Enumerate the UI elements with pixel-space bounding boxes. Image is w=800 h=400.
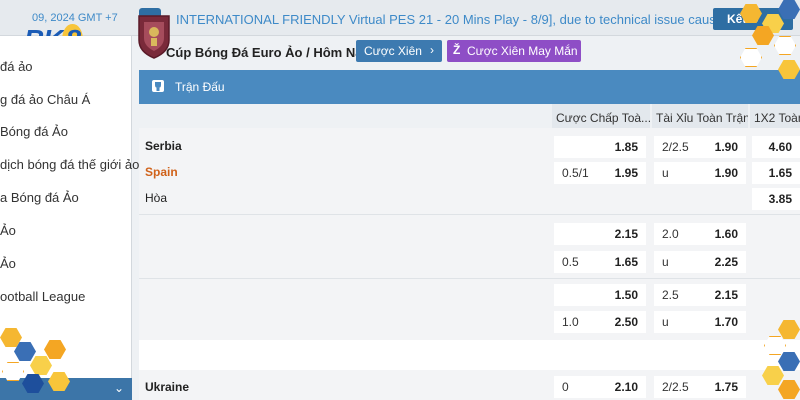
lightning-icon: Ž — [453, 43, 461, 57]
over-under-line: u — [662, 166, 669, 180]
handicap-odds-cell[interactable]: 0.5/1 1.95 — [554, 162, 646, 184]
over-under-odds-cell[interactable]: u 2.25 — [654, 251, 746, 273]
handicap-line: 0 — [562, 380, 569, 394]
1x2-odds: 1.65 — [768, 166, 792, 180]
sidebar-item[interactable]: ootball League — [0, 289, 85, 304]
1x2-odds-cell[interactable]: 3.85 — [752, 188, 800, 210]
handicap-line: 1.0 — [562, 315, 579, 329]
handicap-odds-cell[interactable]: 1.0 2.50 — [554, 311, 646, 333]
over-under-odds-cell[interactable]: u 1.70 — [654, 311, 746, 333]
row-divider — [139, 278, 800, 279]
1x2-odds: 3.85 — [768, 192, 792, 206]
row-divider — [139, 214, 800, 215]
over-under-line: u — [662, 255, 669, 269]
sidebar-item[interactable]: a Bóng đá Ảo — [0, 190, 79, 205]
chevron-right-icon: › — [430, 43, 434, 57]
handicap-odds: 2.50 — [614, 315, 638, 329]
top-bar: 09, 2024 GMT +7 INTERNATIONAL FRIENDLY V… — [0, 0, 800, 36]
over-under-line: 2.0 — [662, 227, 679, 241]
decorative-hexagon — [774, 36, 796, 55]
sidebar-item[interactable]: đá ảo — [0, 59, 33, 74]
over-under-odds: 1.60 — [714, 227, 738, 241]
parlay-label: Cược Xiên — [364, 44, 422, 58]
over-under-odds-cell[interactable]: u 1.90 — [654, 162, 746, 184]
chevron-down-icon: ⌄ — [113, 381, 124, 395]
over-under-line: 2/2.5 — [662, 140, 689, 154]
over-under-odds: 1.90 — [714, 166, 738, 180]
over-under-odds-cell[interactable]: 2.0 1.60 — [654, 223, 746, 245]
handicap-odds: 2.15 — [614, 227, 638, 241]
handicap-line: 0.5/1 — [562, 166, 589, 180]
over-under-odds: 2.25 — [714, 255, 738, 269]
league-title: Cúp Bóng Đá Euro Ảo / Hôm Nay — [166, 45, 370, 60]
over-under-odds: 1.75 — [714, 380, 738, 394]
sidebar-item[interactable]: dịch bóng đá thế giới ảo — [0, 157, 139, 172]
over-under-line: 2/2.5 — [662, 380, 689, 394]
home-team: Ukraine — [145, 380, 190, 394]
over-under-odds: 1.70 — [714, 315, 738, 329]
handicap-line: 0.5 — [562, 255, 579, 269]
parlay-button[interactable]: Cược Xiên › — [356, 40, 442, 62]
over-under-line: 2.5 — [662, 288, 679, 302]
handicap-odds-cell[interactable]: 2.15 — [554, 223, 646, 245]
panel-title: Trận Đấu — [175, 80, 225, 94]
decorative-hexagon — [740, 48, 762, 67]
home-team: Serbia — [145, 139, 182, 153]
datetime: 09, 2024 GMT +7 — [32, 12, 118, 24]
match-column-header — [139, 104, 552, 128]
over-under-odds-cell[interactable]: 2.5 2.15 — [654, 284, 746, 306]
1x2-column-header[interactable]: 1X2 Toàn — [750, 104, 800, 128]
lucky-parlay-button[interactable]: Ž Cược Xiên May Mắn — [447, 40, 581, 62]
over-under-odds: 1.90 — [714, 140, 738, 154]
handicap-odds: 1.85 — [614, 140, 638, 154]
away-team: Spain — [145, 165, 178, 179]
1x2-odds-cell[interactable]: 4.60 — [752, 136, 800, 158]
over-under-line: u — [662, 315, 669, 329]
sidebar-item[interactable]: Bóng đá Ảo — [0, 124, 68, 139]
match-separator — [139, 340, 800, 370]
draw-label: Hòa — [145, 191, 168, 205]
over-under-odds: 2.15 — [714, 288, 738, 302]
over-under-odds-cell[interactable]: 2/2.5 1.75 — [654, 376, 746, 398]
lucky-parlay-label: Cược Xiên May Mắn — [467, 44, 578, 58]
sidebar-item[interactable]: Ảo — [0, 223, 16, 238]
handicap-odds: 1.95 — [614, 166, 638, 180]
handicap-odds-cell[interactable]: 0 2.10 — [554, 376, 646, 398]
match-panel-header: Trận Đấu — [139, 70, 800, 104]
1x2-odds-cell[interactable]: 1.65 — [752, 162, 800, 184]
handicap-odds-cell[interactable]: 0.5 1.65 — [554, 251, 646, 273]
handicap-odds: 1.50 — [614, 288, 638, 302]
handicap-odds: 2.10 — [614, 380, 638, 394]
trophy-icon — [152, 80, 164, 92]
handicap-odds-cell[interactable]: 1.85 — [554, 136, 646, 158]
handicap-column-header[interactable]: Cược Chấp Toà... — [552, 104, 650, 128]
over-under-column-header[interactable]: Tài Xỉu Toàn Trận — [652, 104, 748, 128]
handicap-odds: 1.65 — [614, 255, 638, 269]
handicap-odds-cell[interactable]: 1.50 — [554, 284, 646, 306]
sidebar-item[interactable]: g đá ảo Châu Á — [0, 92, 90, 107]
over-under-odds-cell[interactable]: 2/2.5 1.90 — [654, 136, 746, 158]
sidebar-item[interactable]: Ảo — [0, 256, 16, 271]
1x2-odds: 4.60 — [768, 140, 792, 154]
announcement-ticker: INTERNATIONAL FRIENDLY Virtual PES 21 - … — [176, 12, 748, 27]
